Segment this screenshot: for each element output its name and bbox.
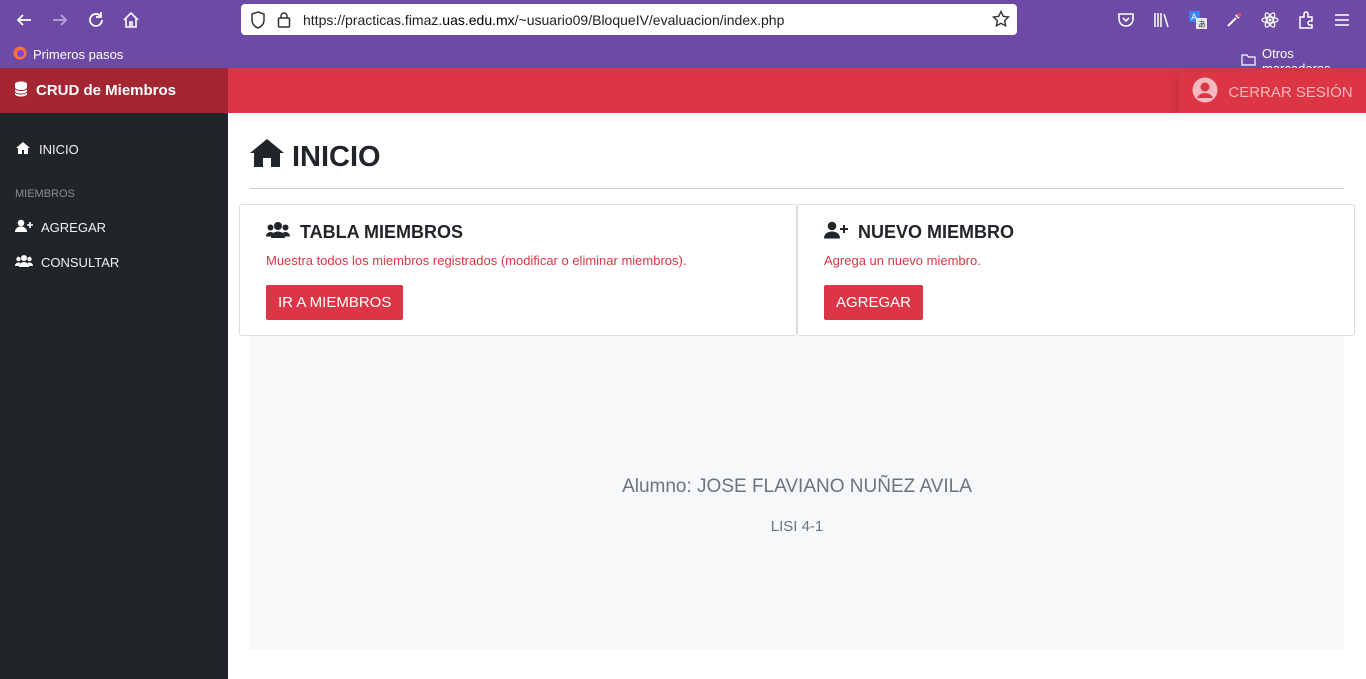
ir-a-miembros-button[interactable]: IR A MIEMBROS (266, 285, 404, 320)
translate-icon[interactable]: Aあ (1186, 8, 1210, 32)
eyedropper-icon[interactable] (1222, 8, 1246, 32)
student-info-panel: Alumno: JOSE FLAVIANO NUÑEZ AVILA LISI 4… (250, 336, 1344, 650)
logout-button[interactable]: CERRAR SESIÓN (1179, 71, 1366, 113)
react-devtools-icon[interactable] (1258, 8, 1282, 32)
url-text[interactable]: https://practicas.fimaz.uas.edu.mx/~usua… (303, 12, 784, 28)
lock-icon[interactable] (277, 11, 291, 33)
main-content: INICIO TABLA MIEMBROS Muestra todos los … (228, 113, 1366, 679)
bookmark-star-icon[interactable] (991, 9, 1011, 33)
sidebar: INICIO MIEMBROS AGREGAR CONSULTAR (0, 113, 228, 679)
sidebar-item-label: AGREGAR (41, 220, 107, 235)
brand[interactable]: CRUD de Miembros (0, 68, 228, 113)
logout-label: CERRAR SESIÓN (1228, 83, 1353, 101)
bookmarks-bar: Primeros pasos Otros marcadores (0, 40, 1366, 76)
app: CRUD de Miembros CERRAR SESIÓN INICIO MI… (0, 68, 1366, 679)
card-nuevo-miembro: NUEVO MIEMBRO Agrega un nuevo miembro. A… (797, 204, 1355, 336)
svg-text:A: A (1191, 13, 1198, 23)
card-title-text: NUEVO MIEMBRO (858, 222, 1015, 242)
brand-title: CRUD de Miembros (36, 82, 177, 99)
divider (250, 188, 1344, 189)
menu-icon[interactable] (1330, 8, 1354, 32)
reload-icon[interactable] (84, 8, 108, 32)
sidebar-item-label: INICIO (39, 142, 79, 157)
card-title: NUEVO MIEMBRO (824, 221, 1014, 244)
card-title-text: TABLA MIEMBROS (300, 222, 463, 242)
home-icon[interactable] (119, 8, 143, 32)
url-path: /~usuario09/BloqueIV/evaluacion/index.ph… (514, 12, 785, 28)
library-icon[interactable] (1150, 8, 1174, 32)
sidebar-section-heading: MIEMBROS (15, 188, 75, 200)
forward-icon[interactable] (48, 8, 72, 32)
bookmark-primeros-pasos[interactable]: Primeros pasos (13, 46, 123, 63)
svg-text:あ: あ (1198, 20, 1206, 29)
agregar-button[interactable]: AGREGAR (824, 285, 924, 320)
sidebar-item-agregar[interactable]: AGREGAR (15, 219, 106, 236)
card-tabla-miembros: TABLA MIEMBROS Muestra todos los miembro… (239, 204, 797, 336)
card-description: Muestra todos los miembros registrados (… (266, 253, 687, 268)
student-group: LISI 4-1 (770, 518, 824, 535)
database-icon (14, 81, 28, 101)
sidebar-item-label: CONSULTAR (41, 255, 120, 270)
shield-icon[interactable] (250, 11, 266, 34)
sidebar-item-consultar[interactable]: CONSULTAR (15, 254, 119, 271)
url-prefix: https://practicas.fimaz. (303, 12, 443, 28)
user-plus-icon (15, 219, 33, 236)
url-domain: uas.edu.mx (442, 12, 515, 28)
users-icon (266, 221, 290, 244)
folder-icon (1241, 53, 1256, 69)
student-name: Alumno: JOSE FLAVIANO NUÑEZ AVILA (622, 476, 972, 497)
extensions-icon[interactable] (1294, 8, 1318, 32)
pocket-icon[interactable] (1114, 8, 1138, 32)
user-circle-icon (1192, 77, 1218, 107)
address-bar[interactable]: https://practicas.fimaz.uas.edu.mx/~usua… (241, 4, 1017, 35)
page-title-text: INICIO (292, 140, 381, 173)
top-navbar: CERRAR SESIÓN (228, 68, 1366, 113)
card-description: Agrega un nuevo miembro. (824, 253, 981, 268)
sidebar-item-inicio[interactable]: INICIO (15, 141, 79, 158)
home-icon (15, 141, 31, 158)
firefox-icon (13, 46, 27, 63)
bookmark-label: Primeros pasos (33, 47, 124, 62)
home-icon (250, 138, 284, 176)
card-title: TABLA MIEMBROS (266, 221, 463, 244)
users-icon (15, 254, 33, 271)
page-title: INICIO (250, 138, 381, 176)
browser-toolbar: https://practicas.fimaz.uas.edu.mx/~usua… (0, 0, 1366, 40)
back-icon[interactable] (12, 8, 36, 32)
user-plus-icon (824, 221, 848, 244)
